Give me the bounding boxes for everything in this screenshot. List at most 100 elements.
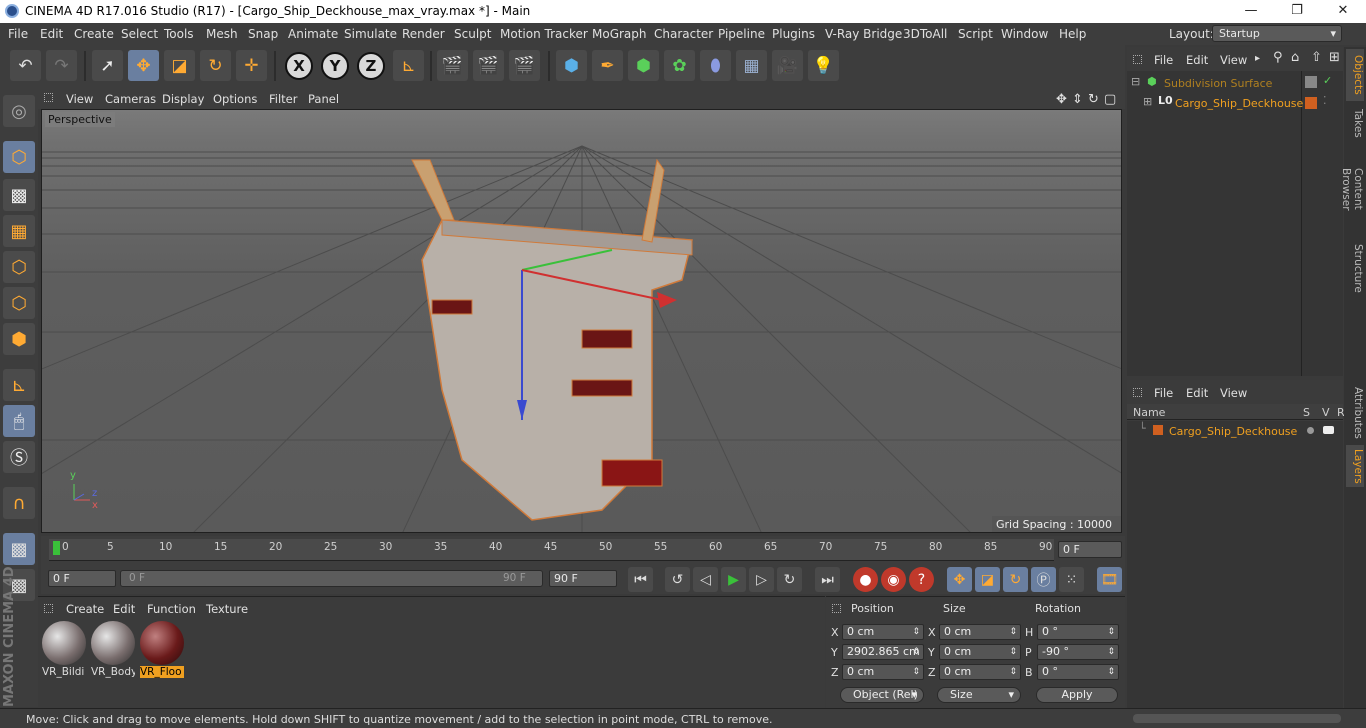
pen-spline-icon[interactable]: ✒ xyxy=(592,50,623,81)
render-settings-icon[interactable]: 🎬 xyxy=(509,50,540,81)
objects-menu-more-icon[interactable]: ▸ xyxy=(1255,53,1260,64)
key-scale-icon[interactable]: ◪ xyxy=(975,567,1000,592)
rotate-tool-icon[interactable]: ↻ xyxy=(200,50,231,81)
move-tool-icon[interactable]: ✥ xyxy=(128,50,159,81)
key-parameter-icon[interactable]: Ⓟ xyxy=(1031,567,1056,592)
menu-simulate[interactable]: Simulate xyxy=(344,27,397,41)
perspective-viewport[interactable]: Perspective Grid Spacing : 10000 cm y z … xyxy=(41,109,1122,533)
object-visibility-icon[interactable]: ⁚ xyxy=(1323,94,1327,107)
position-y-field[interactable]: 2902.865 cm xyxy=(842,644,924,660)
light-icon[interactable]: 💡 xyxy=(808,50,839,81)
objects-menu-file[interactable]: File xyxy=(1154,53,1173,67)
scale-tool-icon[interactable]: ◪ xyxy=(164,50,195,81)
size-x-field[interactable]: 0 cm xyxy=(939,624,1021,640)
tweak-mode-icon[interactable]: 🖱 xyxy=(3,405,35,437)
tree-collapse-icon[interactable]: ⊟ xyxy=(1131,75,1140,88)
redo-icon[interactable]: ↷ xyxy=(46,50,77,81)
play-forward-icon[interactable]: ▶ xyxy=(721,567,746,592)
object-enabled-check-icon[interactable]: ✓ xyxy=(1323,74,1332,87)
keyframe-selection-icon[interactable]: ? xyxy=(909,567,934,592)
menu-3dtoall[interactable]: 3DToAll xyxy=(903,27,947,41)
menu-animate[interactable]: Animate xyxy=(288,27,338,41)
menu-create[interactable]: Create xyxy=(74,27,114,41)
edges-mode-icon[interactable]: ⬡ xyxy=(3,287,35,319)
make-editable-icon[interactable]: ◎ xyxy=(3,95,35,127)
timeline-track[interactable]: 0 5 10 15 20 25 30 35 40 45 50 55 60 65 … xyxy=(49,539,1054,561)
layer-row[interactable]: └ Cargo_Ship_Deckhouse xyxy=(1127,422,1343,441)
cube-object-icon[interactable]: ⬢ xyxy=(556,50,587,81)
key-rotation-icon[interactable]: ↻ xyxy=(1003,567,1028,592)
menu-window[interactable]: Window xyxy=(1001,27,1048,41)
rotation-h-field[interactable]: 0 ° xyxy=(1037,624,1119,640)
timeline-window-icon[interactable]: 🎞 xyxy=(1097,567,1122,592)
render-view-icon[interactable]: 🎬 xyxy=(437,50,468,81)
material-swatch[interactable]: VR_Floo xyxy=(140,621,184,678)
layer-solo-icon[interactable] xyxy=(1307,427,1314,434)
coordinate-mode-dropdown[interactable]: Object (Rel) xyxy=(840,687,924,703)
rotation-b-field[interactable]: 0 ° xyxy=(1037,664,1119,680)
coordinate-system-icon[interactable]: ⊾ xyxy=(393,50,424,81)
workplane-mode-icon[interactable]: ▦ xyxy=(3,215,35,247)
object-row-deckhouse[interactable]: ⊞ L0 Cargo_Ship_Deckhouse ⁚ xyxy=(1127,94,1343,113)
menu-plugins[interactable]: Plugins xyxy=(772,27,815,41)
viewport-rotate-icon[interactable]: ↻ xyxy=(1088,92,1099,107)
objects-up-icon[interactable]: ⇧ xyxy=(1311,50,1322,65)
menu-character[interactable]: Character xyxy=(654,27,713,41)
maximize-button[interactable]: ❐ xyxy=(1274,0,1320,23)
menu-edit[interactable]: Edit xyxy=(40,27,63,41)
menu-sculpt[interactable]: Sculpt xyxy=(454,27,491,41)
workplane-lock-icon[interactable]: ▩ xyxy=(3,533,35,565)
camera-icon[interactable]: 🎥 xyxy=(772,50,803,81)
layers-menu-file[interactable]: File xyxy=(1154,386,1173,400)
menu-select[interactable]: Select xyxy=(121,27,158,41)
layer-color-swatch[interactable] xyxy=(1153,425,1163,435)
tree-expand-icon[interactable]: ⊞ xyxy=(1143,95,1152,108)
objects-home-icon[interactable]: ⌂ xyxy=(1291,50,1299,65)
menu-vray-bridge[interactable]: V-Ray Bridge xyxy=(825,27,902,41)
close-button[interactable]: ✕ xyxy=(1320,0,1366,23)
tab-structure[interactable]: Structure xyxy=(1346,239,1364,297)
viewport-menu-options[interactable]: Options xyxy=(213,92,257,106)
z-axis-lock-icon[interactable]: Z xyxy=(357,52,385,80)
layout-select[interactable]: Startup xyxy=(1212,25,1342,42)
minimize-button[interactable]: — xyxy=(1228,0,1274,23)
tab-layers[interactable]: Layers xyxy=(1346,445,1364,487)
end-frame-field[interactable]: 90 F xyxy=(549,570,617,587)
timeline-ruler[interactable]: 0 5 10 15 20 25 30 35 40 45 50 55 60 65 … xyxy=(41,536,1125,564)
previous-frame-icon[interactable]: ◁ xyxy=(693,567,718,592)
next-frame-icon[interactable]: ▷ xyxy=(749,567,774,592)
material-menu-texture[interactable]: Texture xyxy=(206,602,248,616)
menu-mograph[interactable]: MoGraph xyxy=(592,27,647,41)
material-swatch[interactable]: VR_Body xyxy=(91,621,135,678)
tab-content-browser[interactable]: Content Browser xyxy=(1340,143,1364,235)
menu-snap[interactable]: Snap xyxy=(248,27,278,41)
menu-help[interactable]: Help xyxy=(1059,27,1086,41)
menu-pipeline[interactable]: Pipeline xyxy=(718,27,765,41)
viewport-menu-display[interactable]: Display xyxy=(162,92,204,106)
subdivision-surface-icon[interactable]: ⬢ xyxy=(628,50,659,81)
texture-mode-icon[interactable]: ▩ xyxy=(3,179,35,211)
menu-script[interactable]: Script xyxy=(958,27,993,41)
menu-render[interactable]: Render xyxy=(402,27,445,41)
points-mode-icon[interactable]: ⬡ xyxy=(3,251,35,283)
deformer-icon[interactable]: ⬮ xyxy=(700,50,731,81)
key-point-level-icon[interactable]: ⁙ xyxy=(1059,567,1084,592)
position-z-field[interactable]: 0 cm xyxy=(842,664,924,680)
current-frame-field[interactable]: 0 F xyxy=(1058,541,1122,558)
x-axis-lock-icon[interactable]: X xyxy=(285,52,313,80)
menu-file[interactable]: File xyxy=(8,27,28,41)
object-row-subdivision[interactable]: ⊟ ⬢ Subdivision Surface ✓ xyxy=(1127,74,1343,93)
layers-menu-edit[interactable]: Edit xyxy=(1186,386,1208,400)
model-mode-icon[interactable]: ⬡ xyxy=(3,141,35,173)
floor-icon[interactable]: ▦ xyxy=(736,50,767,81)
viewport-menu-cameras[interactable]: Cameras xyxy=(105,92,156,106)
object-name[interactable]: Subdivision Surface xyxy=(1164,77,1272,90)
record-active-objects-icon[interactable]: ● xyxy=(853,567,878,592)
size-z-field[interactable]: 0 cm xyxy=(939,664,1021,680)
objects-new-icon[interactable]: ⊞ xyxy=(1329,50,1340,65)
material-menu-edit[interactable]: Edit xyxy=(113,602,135,616)
soft-selection-icon[interactable]: Ⓢ xyxy=(3,441,35,473)
position-x-field[interactable]: 0 cm xyxy=(842,624,924,640)
object-name[interactable]: Cargo_Ship_Deckhouse xyxy=(1175,97,1303,110)
previous-key-icon[interactable]: ↺ xyxy=(665,567,690,592)
